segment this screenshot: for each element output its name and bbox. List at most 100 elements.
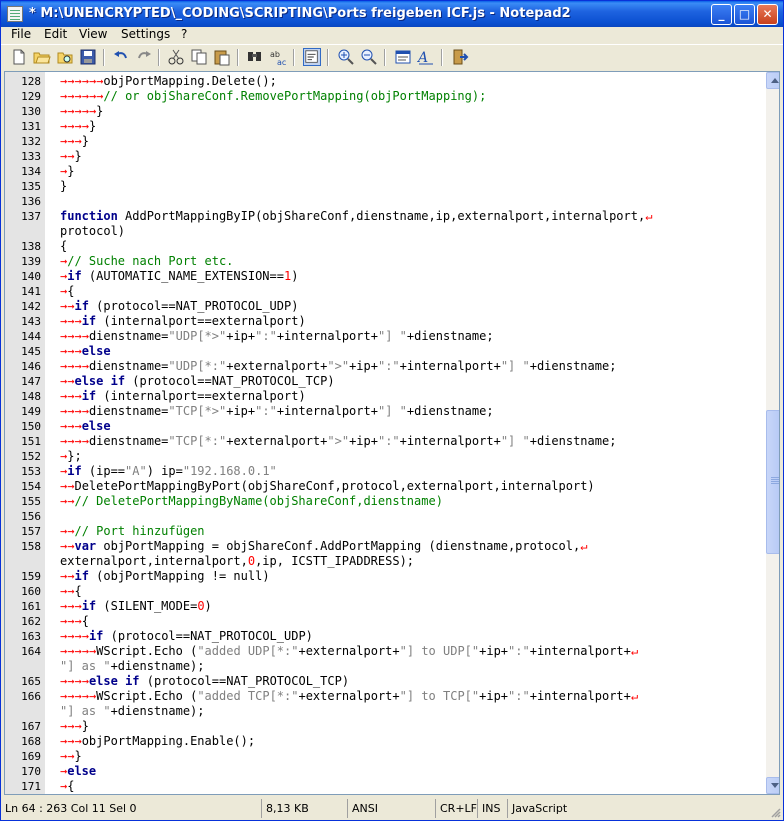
menu-file[interactable]: File [11, 27, 31, 41]
exit-icon[interactable] [451, 48, 469, 66]
find-icon[interactable] [246, 48, 264, 66]
code-line[interactable]: 146 →→→→dienstname="UDP[*:"+externalport+… [5, 359, 763, 374]
title-bar[interactable]: * M:\UNENCRYPTED\_CODING\SCRIPTING\Ports… [1, 1, 783, 27]
scrollbar-thumb[interactable] [766, 410, 779, 554]
status-encoding[interactable]: ANSI [347, 799, 433, 818]
code-line[interactable]: 167 →→→} [5, 719, 763, 734]
code-line[interactable]: 157 →→// Port hinzufügen [5, 524, 763, 539]
code-line[interactable]: protocol) [5, 224, 763, 239]
line-text: →if (AUTOMATIC_NAME_EXTENSION==1) [60, 269, 299, 283]
code-line[interactable]: 145 →→→else [5, 344, 763, 359]
line-number: 137 [21, 210, 41, 223]
code-line[interactable]: 148 →→→if (internalport==externalport) [5, 389, 763, 404]
minimize-button[interactable]: _ [711, 4, 732, 25]
code-line[interactable]: 168 →→→objPortMapping.Enable(); [5, 734, 763, 749]
code-line[interactable]: 171 →{ [5, 779, 763, 794]
menu-edit[interactable]: Edit [44, 27, 67, 41]
maximize-button[interactable]: □ [734, 4, 755, 25]
code-line[interactable]: 153 →if (ip=="A") ip="192.168.0.1" [5, 464, 763, 479]
replace-icon[interactable]: abac [269, 48, 287, 66]
vertical-scrollbar[interactable] [766, 72, 779, 794]
scroll-up-arrow-icon[interactable] [766, 72, 779, 89]
code-line[interactable]: 132 →→→} [5, 134, 763, 149]
menu-help[interactable]: ? [181, 27, 187, 41]
line-number: 167 [21, 720, 41, 733]
code-line[interactable]: 159 →→if (objPortMapping != null) [5, 569, 763, 584]
cut-icon[interactable] [167, 48, 185, 66]
code-line[interactable]: 152 →}; [5, 449, 763, 464]
new-file-icon[interactable] [10, 48, 28, 66]
code-line[interactable]: 147 →→else if (protocol==NAT_PROTOCOL_TCP… [5, 374, 763, 389]
line-number: 131 [21, 120, 41, 133]
line-number: 147 [21, 375, 41, 388]
code-line[interactable]: 130 →→→→→} [5, 104, 763, 119]
resize-grip-icon[interactable] [769, 806, 781, 818]
code-line[interactable]: 131 →→→→} [5, 119, 763, 134]
browse-icon[interactable] [56, 48, 74, 66]
code-line[interactable]: 163 →→→→if (protocol==NAT_PROTOCOL_UDP) [5, 629, 763, 644]
code-line[interactable]: 144 →→→→dienstname="UDP[*>"+ip+":"+intern… [5, 329, 763, 344]
code-line[interactable]: 133 →→} [5, 149, 763, 164]
code-line[interactable]: 154 →→DeletePortMappingByPort(objShareCon… [5, 479, 763, 494]
line-number: 152 [21, 450, 41, 463]
menu-bar: File Edit View Settings ? [1, 27, 783, 44]
code-line[interactable]: 161 →→→if (SILENT_MODE=0) [5, 599, 763, 614]
code-line[interactable]: 140 →if (AUTOMATIC_NAME_EXTENSION==1) [5, 269, 763, 284]
zoom-out-icon[interactable] [360, 48, 378, 66]
code-line[interactable]: "] as "+dienstname); [5, 659, 763, 674]
code-line[interactable]: 128 →→→→→→objPortMapping.Delete(); [5, 74, 763, 89]
code-line[interactable]: 137 function AddPortMappingByIP(objShareC… [5, 209, 763, 224]
code-line[interactable]: 165 →→→→else if (protocol==NAT_PROTOCOL_T… [5, 674, 763, 689]
close-button[interactable]: ✕ [757, 4, 778, 25]
code-line[interactable]: 170 →else [5, 764, 763, 779]
code-line[interactable]: 164 →→→→→WScript.Echo ("added UDP[*:"+ext… [5, 644, 763, 659]
code-line[interactable]: 155 →→// DeletePortMappingByName(objShare… [5, 494, 763, 509]
line-text: →→→→→→// or objShareConf.RemovePortMappi… [60, 89, 487, 103]
scroll-down-arrow-icon[interactable] [766, 777, 779, 794]
code-line[interactable]: 166 →→→→→WScript.Echo ("added TCP[*:"+ext… [5, 689, 763, 704]
code-line[interactable]: 136 [5, 194, 763, 209]
save-icon[interactable] [79, 48, 97, 66]
code-editor[interactable]: 128 →→→→→→objPortMapping.Delete(); 129 →→→→… [4, 71, 780, 795]
open-folder-icon[interactable] [33, 48, 51, 66]
code-line[interactable]: 169 →→} [5, 749, 763, 764]
menu-view[interactable]: View [79, 27, 107, 41]
line-number: 170 [21, 765, 41, 778]
word-wrap-icon[interactable] [303, 48, 321, 66]
status-lexer[interactable]: JavaScript [507, 799, 769, 818]
zoom-in-icon[interactable] [337, 48, 355, 66]
code-line[interactable]: 151 →→→→dienstname="TCP[*:"+externalport+… [5, 434, 763, 449]
code-line[interactable]: 142 →→if (protocol==NAT_PROTOCOL_UDP) [5, 299, 763, 314]
copy-icon[interactable] [190, 48, 208, 66]
redo-icon[interactable] [135, 48, 153, 66]
code-line[interactable]: 156 [5, 509, 763, 524]
code-line[interactable]: 150 →→→else [5, 419, 763, 434]
line-text: →→→} [60, 719, 89, 733]
status-file-size: 8,13 KB [261, 799, 345, 818]
code-line[interactable]: 138 { [5, 239, 763, 254]
notepad-app-icon[interactable] [7, 6, 23, 22]
line-text: →→→→→WScript.Echo ("added TCP[*:"+extern… [60, 689, 639, 703]
code-line[interactable]: 158 →→var objPortMapping = objShareConf.A… [5, 539, 763, 554]
code-line[interactable]: 129 →→→→→→// or objShareConf.RemovePortMa… [5, 89, 763, 104]
code-line[interactable]: 134 →} [5, 164, 763, 179]
code-line[interactable]: 135} [5, 179, 763, 194]
code-line[interactable]: externalport,internalport,0,ip, ICSTT_IP… [5, 554, 763, 569]
line-text: →→// Port hinzufügen [60, 524, 205, 538]
code-line[interactable]: "] as "+dienstname); [5, 704, 763, 719]
code-line[interactable]: 143 →→→if (internalport==externalport) [5, 314, 763, 329]
code-line[interactable]: 160 →→{ [5, 584, 763, 599]
code-line[interactable]: 149 →→→→dienstname="TCP[*>"+ip+":"+intern… [5, 404, 763, 419]
status-eol[interactable]: CR+LF [435, 799, 477, 818]
status-insert-mode: INS [477, 799, 505, 818]
menu-settings[interactable]: Settings [121, 27, 170, 41]
code-line[interactable]: 139 →// Suche nach Port etc. [5, 254, 763, 269]
font-icon[interactable]: A [417, 48, 435, 66]
undo-icon[interactable] [112, 48, 130, 66]
paste-icon[interactable] [213, 48, 231, 66]
code-line[interactable]: 162 →→→{ [5, 614, 763, 629]
line-text: →→→→if (protocol==NAT_PROTOCOL_UDP) [60, 629, 313, 643]
line-text: →→var objPortMapping = objShareConf.AddP… [60, 539, 588, 553]
scheme-icon[interactable] [394, 48, 412, 66]
code-line[interactable]: 141 →{ [5, 284, 763, 299]
